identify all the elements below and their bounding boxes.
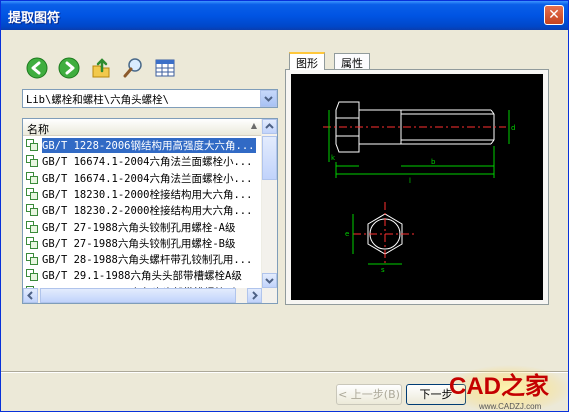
chevron-down-icon	[265, 278, 274, 284]
forward-button[interactable]	[58, 57, 80, 79]
symbol-icon	[26, 187, 38, 200]
svg-text:l: l	[409, 177, 411, 185]
close-button[interactable]: ✕	[544, 5, 564, 25]
forward-arrow-icon	[58, 57, 80, 79]
list-item[interactable]: GB/T 16674.1-2004六角法兰面螺栓小...	[23, 170, 263, 186]
title-bar[interactable]: 提取图符 ✕	[1, 1, 568, 30]
previous-step-label: < 上一步(B)	[338, 388, 400, 401]
scroll-down-button[interactable]	[262, 273, 277, 288]
chevron-right-icon	[252, 291, 258, 300]
previous-step-button[interactable]: < 上一步(B)	[336, 384, 402, 405]
horizontal-scroll-thumb[interactable]	[40, 288, 236, 303]
list-item-label: GB/T 1228-2006钢结构用高强度大六角...	[42, 138, 257, 153]
search-button[interactable]	[122, 57, 144, 79]
symbol-preview: k l b d s e	[291, 74, 543, 300]
symbol-icon	[26, 220, 38, 233]
vertical-scroll-thumb[interactable]	[262, 136, 277, 180]
watermark-logo: CAD之家 www.CADZJ.com	[431, 363, 568, 411]
column-header-name[interactable]: 名称 ▲	[23, 119, 263, 136]
list-item-label: GB/T 28-1988六角头螺杆带孔铰制孔用...	[42, 254, 253, 267]
list-item-label: GB/T 18230.1-2000栓接结构用大六角...	[42, 188, 253, 201]
list-item-label: GB/T 16674.1-2004六角法兰面螺栓小...	[42, 172, 253, 185]
symbol-icon	[26, 171, 38, 184]
window-title: 提取图符	[8, 11, 61, 26]
svg-text:CAD之家: CAD之家	[449, 372, 549, 400]
list-item-label: GB/T 16674.1-2004六角法兰面螺栓小...	[42, 156, 253, 169]
svg-text:e: e	[345, 230, 349, 238]
scroll-up-button[interactable]	[262, 119, 277, 134]
folder-up-icon	[92, 58, 110, 78]
bolt-drawing: k l b d s e	[323, 101, 515, 274]
path-combobox[interactable]: Lib\螺栓和螺柱\六角头螺栓\	[22, 89, 278, 108]
symbol-icon	[26, 204, 38, 217]
symbol-icon	[26, 236, 38, 249]
list-item[interactable]: GB/T 27-1988六角头铰制孔用螺栓-A级	[23, 219, 263, 235]
tab-graphic-label: 图形	[296, 57, 318, 70]
chevron-left-icon	[27, 291, 33, 300]
symbol-icon	[26, 253, 38, 266]
list-item[interactable]: GB/T 29.1-1988六角头头部带槽螺栓A级	[23, 267, 263, 283]
column-header-label: 名称	[27, 123, 49, 136]
list-item[interactable]: GB/T 18230.1-2000栓接结构用大六角...	[23, 186, 263, 202]
svg-text:k: k	[331, 154, 336, 162]
tab-panel: k l b d s e	[285, 69, 549, 305]
tab-graphic[interactable]: 图形	[289, 52, 325, 70]
horizontal-scrollbar[interactable]	[23, 288, 277, 303]
list-item-label: GB/T 18230.2-2000栓接结构用大六角...	[42, 205, 253, 218]
list-item-label: GB/T 29.1-1988六角头头部带槽螺栓A级	[42, 270, 242, 283]
tab-properties[interactable]: 属性	[334, 53, 370, 70]
path-value: Lib\螺栓和螺柱\六角头螺栓\	[26, 94, 169, 106]
symbol-icon	[26, 139, 38, 151]
up-folder-button[interactable]	[90, 57, 112, 79]
back-arrow-icon	[26, 57, 48, 79]
svg-text:s: s	[381, 266, 385, 274]
list-item[interactable]: GB/T 16674.1-2004六角法兰面螺栓小...	[23, 153, 263, 169]
combo-dropdown-button[interactable]	[260, 90, 277, 107]
chevron-up-icon	[265, 123, 274, 129]
symbol-icon	[26, 269, 38, 282]
vertical-scrollbar[interactable]	[261, 119, 277, 288]
list-item[interactable]: GB/T 18230.2-2000栓接结构用大六角...	[23, 202, 263, 218]
svg-text:www.CADZJ.com: www.CADZJ.com	[478, 402, 542, 411]
svg-text:d: d	[511, 124, 515, 132]
scroll-left-button[interactable]	[23, 288, 38, 303]
back-button[interactable]	[26, 57, 48, 79]
list-item[interactable]: GB/T 27-1988六角头铰制孔用螺栓-B级	[23, 235, 263, 251]
sort-ascending-icon: ▲	[250, 121, 257, 130]
dialog-window: 提取图符 ✕ Lib\螺栓和螺柱\六角头螺栓\ 名称 ▲ GB/T 1228-2…	[0, 0, 569, 412]
symbol-list[interactable]: 名称 ▲ GB/T 1228-2006钢结构用高强度大六角... GB/T 166…	[22, 118, 278, 304]
list-item[interactable]: GB/T 28-1988六角头螺杆带孔铰制孔用...	[23, 251, 263, 267]
grid-view-icon	[155, 59, 175, 77]
list-item[interactable]: GB/T 1228-2006钢结构用高强度大六角...	[23, 137, 263, 153]
close-icon: ✕	[548, 7, 560, 23]
search-icon	[123, 58, 142, 78]
chevron-down-icon	[264, 96, 273, 102]
list-item-label: GB/T 27-1988六角头铰制孔用螺栓-B级	[42, 237, 236, 250]
scroll-right-button[interactable]	[247, 288, 262, 303]
view-toggle-button[interactable]	[154, 57, 176, 79]
symbol-icon	[26, 155, 38, 168]
svg-text:b: b	[431, 158, 436, 166]
list-item-label: GB/T 27-1988六角头铰制孔用螺栓-A级	[42, 221, 236, 234]
